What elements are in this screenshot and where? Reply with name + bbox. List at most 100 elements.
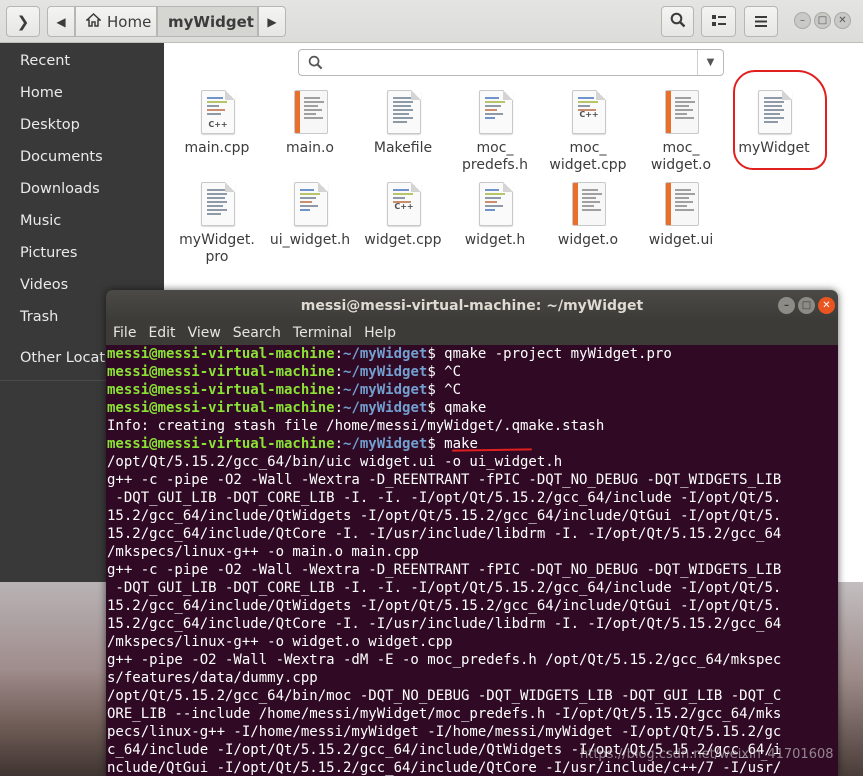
view-options-button[interactable] [701, 6, 736, 37]
object-file-icon [570, 182, 606, 228]
text-file-icon [199, 182, 235, 228]
terminal-line: -DQT_GUI_LIB -DQT_CORE_LIB -I. -I. -I/op… [107, 490, 782, 506]
file-item[interactable]: C++ main.cpp [171, 90, 263, 157]
file-name: moc_ widget.o [650, 140, 712, 173]
terminal-line: /opt/Qt/5.15.2/gcc_64/bin/moc -DQT_NO_DE… [107, 688, 782, 704]
close-button[interactable]: ✕ [834, 12, 851, 29]
files-headerbar: ❯ ◀ Home myWidget ▶ – □ ✕ [0, 0, 863, 43]
search-icon [308, 55, 323, 74]
file-name: widget.cpp [364, 232, 442, 248]
menu-help[interactable]: Help [364, 325, 396, 341]
file-item[interactable]: ui_widget.h [264, 182, 356, 249]
sidebar-item-desktop[interactable]: Desktop [20, 117, 80, 133]
file-item[interactable]: widget.ui [635, 182, 727, 249]
sidebar-item-home[interactable]: Home [20, 85, 63, 101]
menu-search[interactable]: Search [233, 325, 281, 341]
file-name: myWidget. pro [179, 232, 255, 265]
terminal-line: /mkspecs/linux-g++ -o main.o main.cpp [107, 544, 419, 560]
search-input[interactable]: ▼ [298, 49, 724, 76]
terminal-output[interactable]: messi@messi-virtual-machine:~/myWidget$ … [106, 345, 838, 776]
sidebar-item-videos[interactable]: Videos [20, 277, 68, 293]
file-item[interactable]: widget.h [449, 182, 541, 249]
file-name: main.o [286, 140, 334, 156]
sidebar-item-documents[interactable]: Documents [20, 149, 103, 165]
terminal-line: messi@messi-virtual-machine:~/myWidget$ … [107, 346, 672, 362]
file-item[interactable]: C++ widget.cpp [357, 182, 449, 249]
sidebar-item-trash[interactable]: Trash [20, 309, 58, 325]
cpp-file-icon: C++ [385, 182, 421, 228]
header-file-icon [292, 182, 328, 228]
path-current-label: myWidget [168, 12, 254, 31]
file-name: moc_ widget.cpp [549, 140, 627, 173]
file-item[interactable]: moc_ predefs.h [449, 90, 541, 174]
terminal-line: 15.2/gcc_64/include/QtCore -I. -I/usr/in… [107, 526, 782, 542]
desktop-background-right [838, 580, 863, 776]
terminal-line: /mkspecs/linux-g++ -o widget.o widget.cp… [107, 634, 453, 650]
minimize-icon: – [800, 15, 805, 26]
terminal-maximize-button[interactable]: □ [798, 297, 815, 314]
menu-button[interactable] [744, 6, 778, 37]
file-name: ui_widget.h [269, 232, 351, 248]
terminal-close-button[interactable]: ✕ [818, 297, 835, 314]
home-icon [85, 12, 102, 31]
terminal-line: 15.2/gcc_64/include/QtWidgets -I/opt/Qt/… [107, 508, 782, 524]
header-file-icon [477, 90, 513, 136]
text-file-icon [385, 90, 421, 136]
menu-edit[interactable]: Edit [148, 325, 175, 341]
hamburger-menu-icon [755, 13, 767, 31]
close-icon: ✕ [838, 15, 847, 26]
search-icon [670, 12, 686, 32]
history-toggle-button[interactable]: ❯ [6, 6, 40, 37]
path-home-button[interactable]: Home [75, 6, 157, 37]
terminal-title: messi@messi-virtual-machine: ~/myWidget [300, 297, 644, 314]
terminal-line: -DQT_GUI_LIB -DQT_CORE_LIB -I. -I. -I/op… [107, 580, 782, 596]
terminal-line: ORE_LIB --include /home/messi/myWidget/m… [107, 706, 782, 722]
path-bar: ◀ Home myWidget ▶ [47, 6, 286, 37]
minimize-button[interactable]: – [794, 12, 811, 29]
file-item[interactable]: C++ moc_ widget.cpp [542, 90, 634, 174]
sidebar-item-pictures[interactable]: Pictures [20, 245, 77, 261]
object-file-icon [292, 90, 328, 136]
file-name: widget.o [557, 232, 619, 248]
chevron-left-icon: ◀ [56, 14, 66, 29]
path-current-button[interactable]: myWidget [157, 6, 258, 37]
watermark: https://blog.csdn.net/weixin_41701608 [580, 747, 834, 762]
file-item[interactable]: main.o [264, 90, 356, 157]
annotation-circle [733, 70, 827, 170]
terminal-output-lines: /opt/Qt/5.15.2/gcc_64/bin/uic widget.ui … [107, 453, 838, 776]
terminal-line: g++ -c -pipe -O2 -Wall -Wextra -D_REENTR… [107, 562, 782, 578]
search-options-dropdown[interactable]: ▼ [697, 50, 723, 75]
menu-terminal[interactable]: Terminal [293, 325, 352, 341]
sidebar-item-music[interactable]: Music [20, 213, 61, 229]
sidebar-item-recent[interactable]: Recent [20, 53, 70, 69]
file-item[interactable]: moc_ widget.o [635, 90, 727, 174]
menu-file[interactable]: File [113, 325, 136, 341]
menu-view[interactable]: View [188, 325, 221, 341]
maximize-icon: □ [801, 300, 812, 311]
terminal-line: 15.2/gcc_64/include/QtCore -I. -I/usr/in… [107, 616, 782, 632]
file-item[interactable]: Makefile [357, 90, 449, 157]
sidebar-item-downloads[interactable]: Downloads [20, 181, 100, 197]
terminal-titlebar: messi@messi-virtual-machine: ~/myWidget … [106, 290, 838, 321]
terminal-line: s/features/data/dummy.cpp [107, 670, 318, 686]
maximize-icon: □ [817, 15, 828, 26]
path-back-button[interactable]: ◀ [47, 6, 75, 37]
grid-view-icon [711, 13, 726, 31]
file-name: widget.ui [648, 232, 714, 248]
terminal-menubar: File Edit View Search Terminal Help [106, 321, 838, 345]
terminal-window: messi@messi-virtual-machine: ~/myWidget … [106, 290, 838, 776]
file-name: Makefile [373, 140, 433, 156]
desktop-background [0, 580, 110, 776]
maximize-button[interactable]: □ [814, 12, 831, 29]
terminal-minimize-button[interactable]: – [778, 297, 795, 314]
terminal-line: 15.2/gcc_64/include/QtWidgets -I/opt/Qt/… [107, 598, 782, 614]
chevron-right-icon: ❯ [16, 12, 30, 31]
path-forward-button[interactable]: ▶ [258, 6, 286, 37]
file-item[interactable]: widget.o [542, 182, 634, 249]
cpp-file-icon: C++ [199, 90, 235, 136]
file-item[interactable]: myWidget. pro [171, 182, 263, 266]
search-button[interactable] [661, 6, 694, 37]
terminal-line: Info: creating stash file /home/messi/my… [107, 418, 605, 434]
terminal-line: g++ -c -pipe -O2 -Wall -Wextra -D_REENTR… [107, 472, 782, 488]
object-file-icon [663, 90, 699, 136]
